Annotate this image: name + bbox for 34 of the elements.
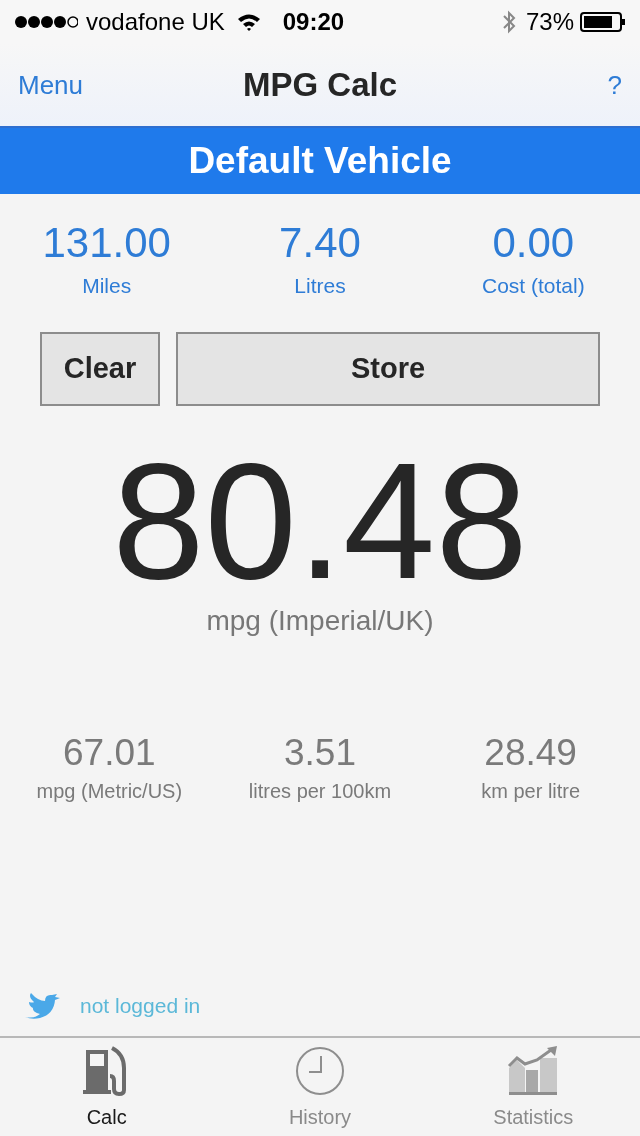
app-title: MPG Calc — [243, 65, 397, 106]
carrier-name: vodafone UK — [86, 7, 225, 37]
vehicle-banner: Default Vehicle — [0, 128, 640, 194]
bluetooth-icon — [501, 10, 516, 34]
input-label: Litres — [294, 273, 346, 299]
status-time: 09:20 — [282, 7, 345, 37]
input-label: Miles — [82, 273, 132, 299]
conversion-value: 28.49 — [484, 731, 577, 774]
conversion-value: 3.51 — [284, 731, 356, 774]
wifi-icon — [236, 13, 261, 31]
menu-button[interactable]: Menu — [18, 65, 84, 105]
tab-button[interactable]: History — [213, 1038, 427, 1136]
result-value: 80.48 — [112, 445, 528, 596]
conversion-unit: km per litre — [481, 778, 581, 804]
battery-icon — [580, 12, 626, 32]
tab-button[interactable]: Statistics — [426, 1038, 640, 1136]
signal-icon — [14, 15, 78, 29]
conversion-unit: litres per 100km — [248, 778, 392, 804]
input-value[interactable]: 131.00 — [42, 220, 171, 266]
input-label: Cost (total) — [481, 273, 585, 299]
store-button[interactable]: Store — [176, 331, 600, 406]
bar-chart-icon — [507, 1046, 560, 1096]
clock-icon — [295, 1046, 345, 1096]
input-value[interactable]: 7.40 — [279, 220, 361, 266]
conversion-unit: mpg (Metric/US) — [36, 778, 183, 804]
clear-button[interactable]: Clear — [40, 331, 160, 406]
battery-percent: 73% — [525, 7, 574, 37]
bird-icon — [24, 992, 60, 1020]
help-button[interactable]: ? — [607, 65, 622, 105]
tab-button[interactable]: Calc — [0, 1038, 214, 1136]
twitter-status[interactable]: not logged in — [80, 990, 201, 1022]
result-unit: mpg (Imperial/UK) — [206, 603, 434, 638]
input-value[interactable]: 0.00 — [492, 220, 575, 266]
conversion-value: 67.01 — [63, 731, 156, 774]
